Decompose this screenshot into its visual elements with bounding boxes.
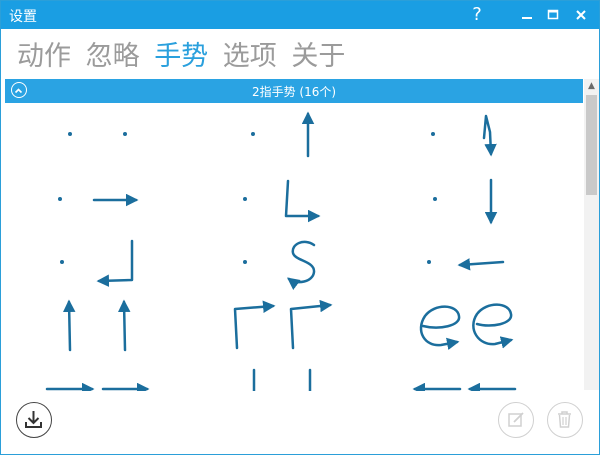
gesture-s-shape[interactable]: [243, 240, 316, 290]
gesture-l-shape[interactable]: [243, 179, 321, 223]
close-button[interactable]: [567, 1, 595, 29]
tab-options[interactable]: 选项: [223, 41, 277, 72]
bottom-toolbar: [1, 391, 599, 454]
trash-icon: [558, 411, 571, 428]
settings-window: 设置 ? 动作 忽略 手势 选项 关于 2指手势 (16个) ▲: [0, 0, 600, 455]
gesture-two-verticals[interactable]: [252, 368, 312, 392]
gesture-two-corners-right[interactable]: [233, 299, 333, 350]
gesture-two-e-loops[interactable]: [419, 303, 514, 350]
minimize-icon: [522, 17, 532, 19]
gesture-dot-arrow-left[interactable]: [427, 258, 505, 271]
gesture-dot-arrow-right[interactable]: [58, 193, 139, 207]
edit-icon: [508, 412, 524, 427]
gesture-dot-hook[interactable]: [431, 114, 497, 157]
download-icon: [25, 411, 42, 428]
scroll-up-icon[interactable]: ▲: [584, 79, 599, 93]
maximize-button[interactable]: [539, 1, 567, 29]
maximize-icon: [547, 9, 559, 20]
section-header[interactable]: 2指手势 (16个): [5, 79, 583, 103]
scrollbar[interactable]: ▲: [584, 79, 599, 390]
tab-about[interactable]: 关于: [291, 41, 345, 72]
nav-tabs: 动作 忽略 手势 选项 关于: [17, 34, 351, 72]
gesture-vertical-arrow-up[interactable]: [251, 111, 315, 158]
tab-actions[interactable]: 动作: [17, 41, 71, 72]
section-title: 2指手势 (16个): [251, 85, 337, 99]
tab-gestures[interactable]: 手势: [154, 41, 208, 72]
edit-button[interactable]: [498, 402, 534, 438]
title-bar: 设置 ?: [1, 1, 599, 29]
help-button[interactable]: ?: [463, 1, 491, 29]
close-icon: [576, 10, 586, 20]
gesture-grid: [45, 111, 517, 392]
trash-button[interactable]: [547, 402, 583, 438]
gesture-two-dot[interactable]: [68, 132, 127, 136]
tab-ignore[interactable]: 忽略: [86, 41, 140, 72]
window-title: 设置: [9, 9, 37, 25]
gesture-dot-vertical-down[interactable]: [433, 178, 498, 225]
minimize-button[interactable]: [513, 1, 541, 29]
gesture-two-arrows-up[interactable]: [62, 299, 131, 352]
gesture-dot-j-hook[interactable]: [60, 239, 134, 287]
download-button[interactable]: [16, 402, 52, 438]
scroll-thumb[interactable]: [586, 95, 597, 195]
